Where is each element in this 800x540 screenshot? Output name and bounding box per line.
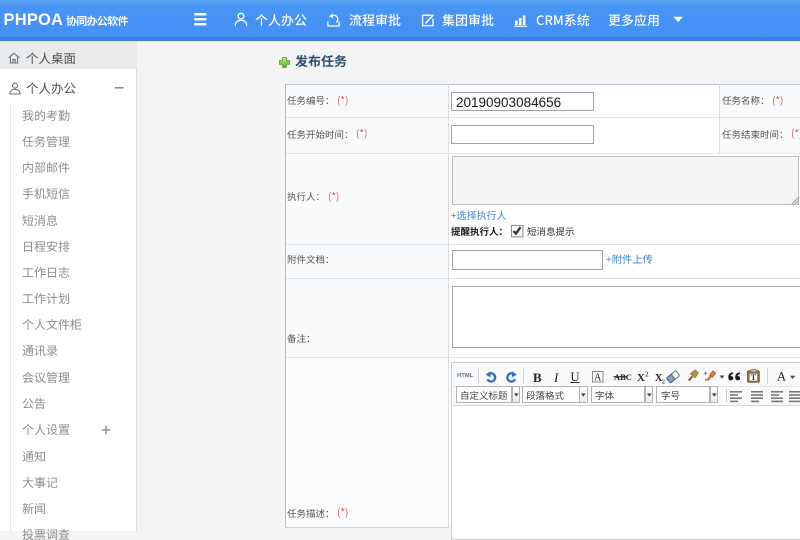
svg-text:A: A xyxy=(594,372,602,383)
svg-text:2: 2 xyxy=(662,378,665,385)
svg-text:X: X xyxy=(637,372,645,384)
svg-text:2: 2 xyxy=(645,370,649,378)
svg-text:T: T xyxy=(751,373,757,382)
svg-text:A: A xyxy=(777,369,786,383)
